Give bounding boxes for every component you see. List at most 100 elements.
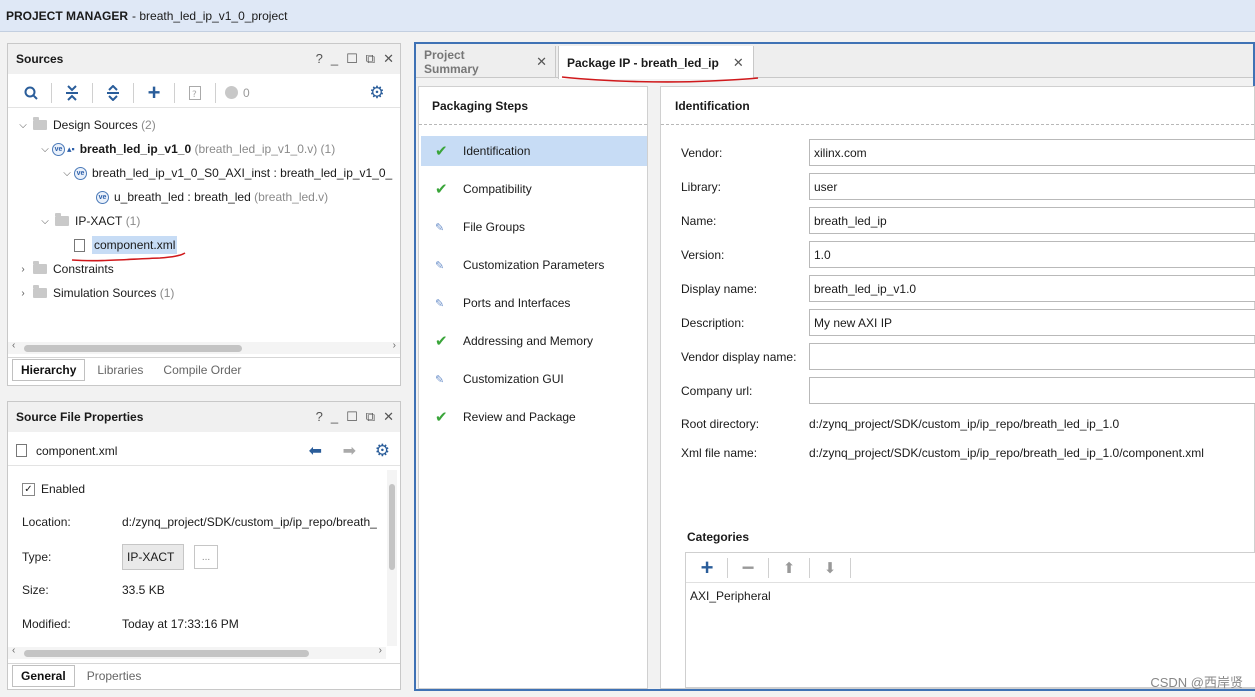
chevron-down-icon[interactable]: ⌵ bbox=[16, 120, 30, 131]
tab-project-summary[interactable]: Project Summary ✕ bbox=[416, 46, 556, 78]
enabled-checkbox[interactable]: ✓ bbox=[22, 482, 35, 496]
tree-item-axi-inst[interactable]: ⌵ ve breath_led_ip_v1_0_S0_AXI_inst : br… bbox=[60, 162, 392, 184]
step-customization-gui[interactable]: ✎ Customization GUI bbox=[421, 364, 647, 394]
chevron-right-icon[interactable]: › bbox=[16, 264, 30, 275]
properties-hscrollbar[interactable]: ‹ › bbox=[8, 645, 386, 659]
vendor-row: Vendor: xilinx.com bbox=[681, 139, 1255, 166]
categories-box: + − ⬆ ⬇ AXI_Peripheral bbox=[685, 552, 1255, 688]
tree-label: u_breath_led : breath_led bbox=[114, 190, 251, 204]
tree-count: (2) bbox=[141, 118, 156, 132]
close-tab-icon[interactable]: ✕ bbox=[536, 54, 547, 70]
enabled-label: Enabled bbox=[41, 482, 86, 496]
step-label: Customization Parameters bbox=[463, 258, 605, 272]
tree-label: IP-XACT bbox=[75, 214, 123, 228]
tree-item-ip-xact[interactable]: ⌵ IP-XACT (1) bbox=[38, 210, 140, 232]
float-icon[interactable]: ⧉ bbox=[366, 409, 375, 425]
vendor-field[interactable]: xilinx.com bbox=[809, 139, 1255, 166]
vendor-display-name-field[interactable] bbox=[809, 343, 1255, 370]
modified-label: Modified: bbox=[22, 617, 71, 631]
close-icon[interactable]: ✕ bbox=[383, 409, 394, 425]
check-icon: ✔ bbox=[435, 409, 448, 426]
step-file-groups[interactable]: ✎ File Groups bbox=[421, 212, 647, 242]
tab-libraries[interactable]: Libraries bbox=[89, 360, 151, 380]
maximize-icon[interactable]: ☐ bbox=[346, 51, 358, 67]
sources-toolbar: + ? 0 ⚙ bbox=[8, 78, 400, 108]
step-ports-and-interfaces[interactable]: ✎ Ports and Interfaces bbox=[421, 288, 647, 318]
close-icon[interactable]: ✕ bbox=[383, 51, 394, 67]
version-field[interactable]: 1.0 bbox=[809, 241, 1255, 268]
tab-package-ip[interactable]: Package IP - breath_led_ip ✕ bbox=[558, 46, 754, 79]
description-field[interactable]: My new AXI IP bbox=[809, 309, 1255, 336]
edit-pencil-icon: ✎ bbox=[435, 297, 445, 310]
minimize-icon[interactable]: _ bbox=[331, 51, 338, 67]
chevron-down-icon[interactable]: ⌵ bbox=[38, 144, 52, 155]
chevron-right-icon[interactable]: › bbox=[16, 288, 30, 299]
identification-title: Identification bbox=[661, 87, 1254, 125]
minimize-icon[interactable]: _ bbox=[331, 409, 338, 425]
add-category-icon[interactable]: + bbox=[692, 555, 722, 580]
step-review-and-package[interactable]: ✔ Review and Package bbox=[421, 402, 647, 432]
tab-general[interactable]: General bbox=[12, 664, 75, 687]
maximize-icon[interactable]: ☐ bbox=[346, 409, 358, 425]
unknown-file-icon[interactable]: ? bbox=[180, 81, 210, 105]
add-source-icon[interactable]: + bbox=[139, 80, 169, 105]
tree-item-component-xml[interactable]: component.xml bbox=[74, 234, 178, 256]
tree-count: (1) bbox=[159, 286, 175, 300]
folder-icon bbox=[33, 117, 47, 130]
properties-vscrollbar[interactable] bbox=[387, 470, 397, 646]
chevron-down-icon[interactable]: ⌵ bbox=[38, 216, 52, 227]
display-name-field[interactable]: breath_led_ip_v1.0 bbox=[809, 275, 1255, 302]
root-directory-label: Root directory: bbox=[681, 417, 760, 431]
tab-compile-order[interactable]: Compile Order bbox=[155, 360, 249, 380]
move-up-icon[interactable]: ⬆ bbox=[774, 556, 804, 580]
library-field[interactable]: user bbox=[809, 173, 1255, 200]
company-url-label: Company url: bbox=[681, 383, 753, 398]
settings-gear-icon[interactable]: ⚙ bbox=[375, 441, 390, 461]
step-label: Customization GUI bbox=[463, 372, 564, 386]
properties-title: Source File Properties bbox=[16, 410, 144, 424]
remove-category-icon[interactable]: − bbox=[733, 555, 763, 580]
location-row: Location: d:/zynq_project/SDK/custom_ip/… bbox=[22, 515, 382, 529]
xml-file-label: Xml file name: bbox=[681, 446, 758, 460]
chevron-down-icon[interactable]: ⌵ bbox=[60, 168, 74, 179]
file-icon bbox=[74, 238, 85, 252]
settings-gear-icon[interactable]: ⚙ bbox=[362, 81, 392, 105]
tab-properties[interactable]: Properties bbox=[79, 666, 150, 686]
library-label: Library: bbox=[681, 179, 722, 194]
expand-all-icon[interactable] bbox=[98, 81, 128, 105]
company-url-field[interactable] bbox=[809, 377, 1255, 404]
watermark: CSDN @西岸贤 bbox=[1150, 675, 1243, 690]
help-icon[interactable]: ? bbox=[316, 409, 323, 425]
forward-arrow-icon[interactable]: ➡ bbox=[343, 441, 356, 461]
folder-icon bbox=[55, 213, 69, 226]
tree-item-constraints[interactable]: › Constraints bbox=[16, 258, 114, 280]
step-identification[interactable]: ✔ Identification bbox=[421, 136, 647, 166]
back-arrow-icon[interactable]: ⬅ bbox=[309, 441, 322, 461]
collapse-all-icon[interactable] bbox=[57, 81, 87, 105]
tab-hierarchy[interactable]: Hierarchy bbox=[12, 358, 86, 381]
step-customization-parameters[interactable]: ✎ Customization Parameters bbox=[421, 250, 647, 280]
tree-label: Constraints bbox=[53, 262, 114, 276]
close-tab-icon[interactable]: ✕ bbox=[733, 55, 744, 71]
search-icon[interactable] bbox=[16, 81, 46, 105]
tree-item-top-module[interactable]: ⌵ ve ▴▪ breath_led_ip_v1_0 (breath_led_i… bbox=[38, 138, 335, 160]
sources-hscrollbar[interactable]: ‹ › bbox=[8, 340, 400, 354]
properties-file-name: component.xml bbox=[36, 443, 118, 458]
help-icon[interactable]: ? bbox=[316, 51, 323, 67]
tree-label: Design Sources bbox=[53, 118, 138, 132]
tree-item-u-breath-led[interactable]: ve u_breath_led : breath_led (breath_led… bbox=[96, 186, 328, 208]
type-label: Type: bbox=[22, 550, 52, 564]
tree-item-design-sources[interactable]: ⌵ Design Sources (2) bbox=[16, 114, 156, 136]
step-compatibility[interactable]: ✔ Compatibility bbox=[421, 174, 647, 204]
step-addressing-and-memory[interactable]: ✔ Addressing and Memory bbox=[421, 326, 647, 356]
source-file-properties-panel: Source File Properties ? _ ☐ ⧉ ✕ compone… bbox=[7, 401, 401, 690]
type-browse-button[interactable]: ... bbox=[194, 545, 218, 569]
packaging-steps-panel: Packaging Steps ✔ Identification ✔ Compati… bbox=[418, 86, 648, 689]
enabled-checkbox-row[interactable]: ✓ Enabled bbox=[22, 482, 85, 496]
tree-item-simulation-sources[interactable]: › Simulation Sources (1) bbox=[16, 282, 174, 304]
verilog-icon: ve bbox=[52, 142, 65, 156]
category-item[interactable]: AXI_Peripheral bbox=[686, 583, 1255, 609]
float-icon[interactable]: ⧉ bbox=[366, 51, 375, 67]
name-field[interactable]: breath_led_ip bbox=[809, 207, 1255, 234]
move-down-icon[interactable]: ⬇ bbox=[815, 556, 845, 580]
